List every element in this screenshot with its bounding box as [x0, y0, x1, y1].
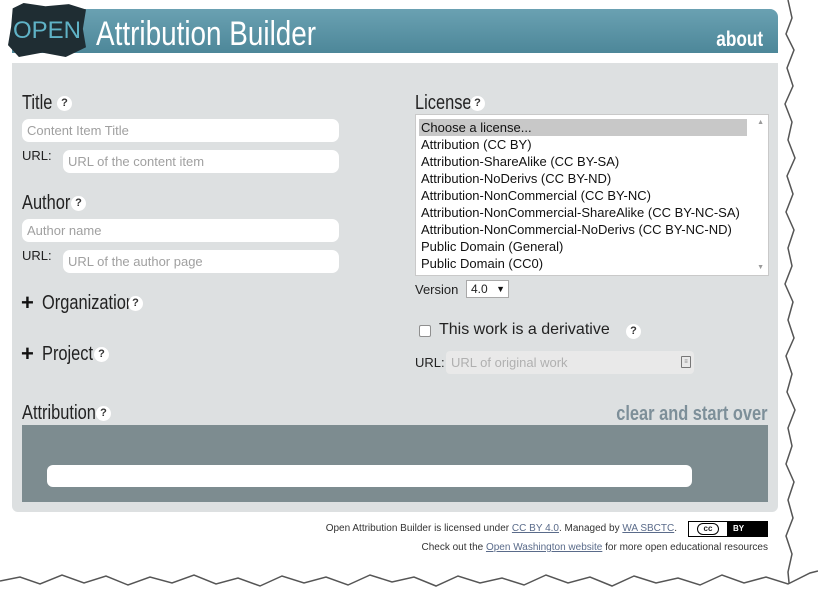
open-washington-link[interactable]: Open Washington website: [486, 542, 602, 553]
title-help-icon[interactable]: ?: [57, 96, 72, 111]
derivative-help-icon[interactable]: ?: [626, 324, 641, 339]
license-option[interactable]: Attribution-ShareAlike (CC BY-SA): [421, 153, 619, 170]
organization-expand-icon[interactable]: +: [21, 292, 34, 314]
author-url-input[interactable]: [63, 250, 339, 273]
original-url-label: URL:: [415, 355, 445, 370]
torn-edge-bottom: [0, 570, 818, 593]
license-option[interactable]: Attribution-NonCommercial-ShareAlike (CC…: [421, 204, 740, 221]
license-option[interactable]: Public Domain (General): [421, 238, 563, 255]
scroll-up-arrow-icon[interactable]: ▲: [757, 119, 764, 126]
title-input[interactable]: [22, 119, 339, 142]
version-value: 4.0: [471, 282, 488, 296]
chevron-down-icon: ▼: [496, 284, 505, 294]
scroll-down-arrow-icon[interactable]: ▼: [757, 264, 764, 271]
author-help-icon[interactable]: ?: [71, 196, 86, 211]
cc-by-text: BY: [727, 522, 767, 536]
content-url-input[interactable]: [63, 150, 339, 173]
version-label: Version: [415, 282, 459, 297]
about-link[interactable]: about: [706, 28, 763, 52]
author-name-input[interactable]: [22, 219, 339, 242]
license-option[interactable]: Attribution-NonCommercial (CC BY-NC): [421, 187, 651, 204]
footer-license-line: Open Attribution Builder is licensed und…: [325, 523, 677, 534]
project-help-icon[interactable]: ?: [94, 347, 109, 362]
attribution-help-icon[interactable]: ?: [96, 406, 111, 421]
title-url-label: URL:: [22, 148, 52, 163]
project-expand-icon[interactable]: +: [21, 343, 34, 365]
original-work-url-input[interactable]: URL of original work: [446, 351, 694, 374]
attribution-output-field[interactable]: [47, 465, 692, 487]
clear-and-start-over-link[interactable]: clear and start over: [583, 402, 768, 426]
license-option[interactable]: Public Domain (CC0): [421, 255, 543, 272]
license-help-icon[interactable]: ?: [470, 96, 485, 111]
author-url-label: URL:: [22, 248, 52, 263]
version-select[interactable]: 4.0 ▼: [466, 280, 509, 298]
license-option[interactable]: Attribution-NonCommercial-NoDerivs (CC B…: [421, 221, 732, 238]
license-listbox[interactable]: Choose a license... Attribution (CC BY) …: [415, 114, 769, 276]
logo-text: OPEN: [12, 17, 81, 44]
derivative-checkbox[interactable]: [419, 325, 431, 337]
footer-resources-line: Check out the Open Washington website fo…: [421, 542, 768, 553]
wa-sbctc-link[interactable]: WA SBCTC: [622, 523, 674, 534]
torn-edge-right: [784, 0, 818, 593]
derivative-label[interactable]: This work is a derivative: [439, 321, 610, 339]
app-title: Attribution Builder: [96, 15, 317, 53]
title-label: Title: [22, 92, 53, 114]
cc-logo-icon: cc: [697, 523, 719, 535]
attribution-output-panel: [22, 425, 768, 502]
license-option[interactable]: Attribution-NoDerivs (CC BY-ND): [421, 170, 611, 187]
organization-help-icon[interactable]: ?: [128, 296, 143, 311]
license-option[interactable]: Choose a license...: [419, 119, 747, 136]
contact-card-icon: ≡: [681, 356, 691, 368]
cc-by-link[interactable]: CC BY 4.0: [512, 523, 559, 534]
license-option[interactable]: Attribution (CC BY): [421, 136, 532, 153]
cc-by-badge[interactable]: cc BY: [688, 521, 768, 537]
